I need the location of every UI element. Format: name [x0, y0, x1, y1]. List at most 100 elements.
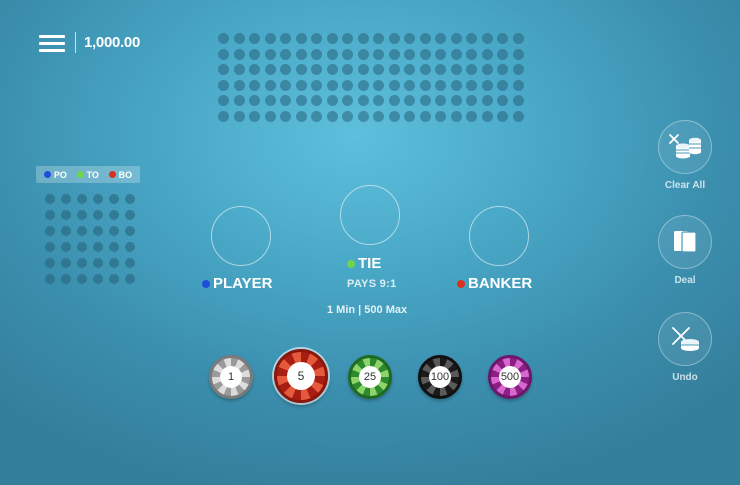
road-cell [264, 95, 276, 106]
road-cell [264, 79, 276, 91]
road-cell [404, 79, 415, 91]
player-bet-label: PLAYER [202, 275, 272, 292]
road-cell [342, 48, 353, 60]
road-cell [45, 226, 55, 236]
banker-label-text: BANKER [468, 275, 533, 292]
undo-button[interactable]: Undo [655, 312, 715, 383]
clear-all-button[interactable]: Clear All [655, 120, 715, 191]
chip-5[interactable]: 5 [274, 349, 328, 403]
road-cell [264, 110, 276, 122]
deal-label: Deal [674, 275, 696, 286]
chip-value: 25 [358, 365, 382, 389]
road-cell [497, 79, 508, 91]
road-cell [388, 48, 400, 60]
road-cell [481, 33, 493, 44]
road-cell [311, 48, 322, 60]
road-cell [218, 33, 229, 44]
road-cell [326, 64, 338, 75]
road-cell [357, 79, 369, 91]
undo-chip-icon [658, 312, 712, 366]
road-cell [373, 33, 384, 44]
road-cell [77, 210, 87, 220]
road-cell [404, 110, 415, 122]
road-cell [233, 79, 245, 91]
road-cell [419, 110, 431, 122]
chip-25[interactable]: 25 [348, 355, 392, 399]
road-cell [435, 48, 446, 60]
road-cell [435, 33, 446, 44]
road-cell [233, 110, 245, 122]
road-cell [419, 95, 431, 106]
road-cell [342, 33, 353, 44]
chip-value: 500 [498, 365, 522, 389]
road-cell [373, 110, 384, 122]
road-cell [109, 258, 119, 268]
road-cell [497, 110, 508, 122]
road-cell [435, 79, 446, 91]
big-road-grid [218, 33, 524, 122]
road-cell [419, 79, 431, 91]
road-cell [404, 33, 415, 44]
road-cell [295, 64, 307, 75]
road-cell [419, 33, 431, 44]
road-cell [450, 79, 462, 91]
road-cell [77, 194, 87, 204]
road-cell [295, 48, 307, 60]
road-cell [466, 48, 477, 60]
road-cell [357, 33, 369, 44]
road-cell [450, 110, 462, 122]
road-cell [61, 258, 71, 268]
player-bet-spot[interactable] [211, 206, 271, 266]
road-cell [512, 33, 524, 44]
road-cell [357, 48, 369, 60]
road-cell [326, 79, 338, 91]
road-cell [249, 95, 260, 106]
road-cell [481, 64, 493, 75]
road-cell [45, 210, 55, 220]
road-cell [466, 79, 477, 91]
road-cell [450, 33, 462, 44]
legend-item-player: PO [43, 169, 67, 180]
road-cell [373, 79, 384, 91]
banker-bet-spot[interactable] [469, 206, 529, 266]
road-cell [466, 110, 477, 122]
tie-bet-spot[interactable] [340, 185, 400, 245]
road-cell [512, 95, 524, 106]
road-cell [388, 33, 400, 44]
road-cell [45, 274, 55, 284]
road-cell [61, 210, 71, 220]
road-cell [481, 110, 493, 122]
chip-100[interactable]: 100 [418, 355, 462, 399]
road-cell [280, 48, 291, 60]
road-cell [435, 110, 446, 122]
road-cell [295, 95, 307, 106]
road-cell [481, 48, 493, 60]
chip-1[interactable]: 1 [209, 355, 253, 399]
player-dot-icon [202, 279, 210, 288]
tie-bet-label: TIE [347, 255, 381, 272]
road-cell [249, 64, 260, 75]
deal-button[interactable]: Deal [655, 215, 715, 286]
road-cell [435, 95, 446, 106]
road-cell [326, 95, 338, 106]
menu-icon[interactable] [39, 33, 65, 53]
player-label-text: PLAYER [213, 275, 273, 292]
road-cell [109, 194, 119, 204]
road-cell [61, 274, 71, 284]
road-cell [109, 242, 119, 252]
road-cell [218, 110, 229, 122]
road-cell [280, 110, 291, 122]
roadmap-legend: PO TO BO [36, 166, 140, 183]
road-cell [233, 48, 245, 60]
legend-label: BO [118, 169, 133, 180]
legend-label: PO [53, 169, 67, 180]
chip-500[interactable]: 500 [488, 355, 532, 399]
road-cell [326, 33, 338, 44]
cards-icon [658, 215, 712, 269]
road-cell [466, 95, 477, 106]
road-cell [342, 110, 353, 122]
road-cell [497, 64, 508, 75]
road-cell [109, 210, 119, 220]
banker-dot-icon [457, 279, 465, 288]
road-cell [233, 33, 245, 44]
